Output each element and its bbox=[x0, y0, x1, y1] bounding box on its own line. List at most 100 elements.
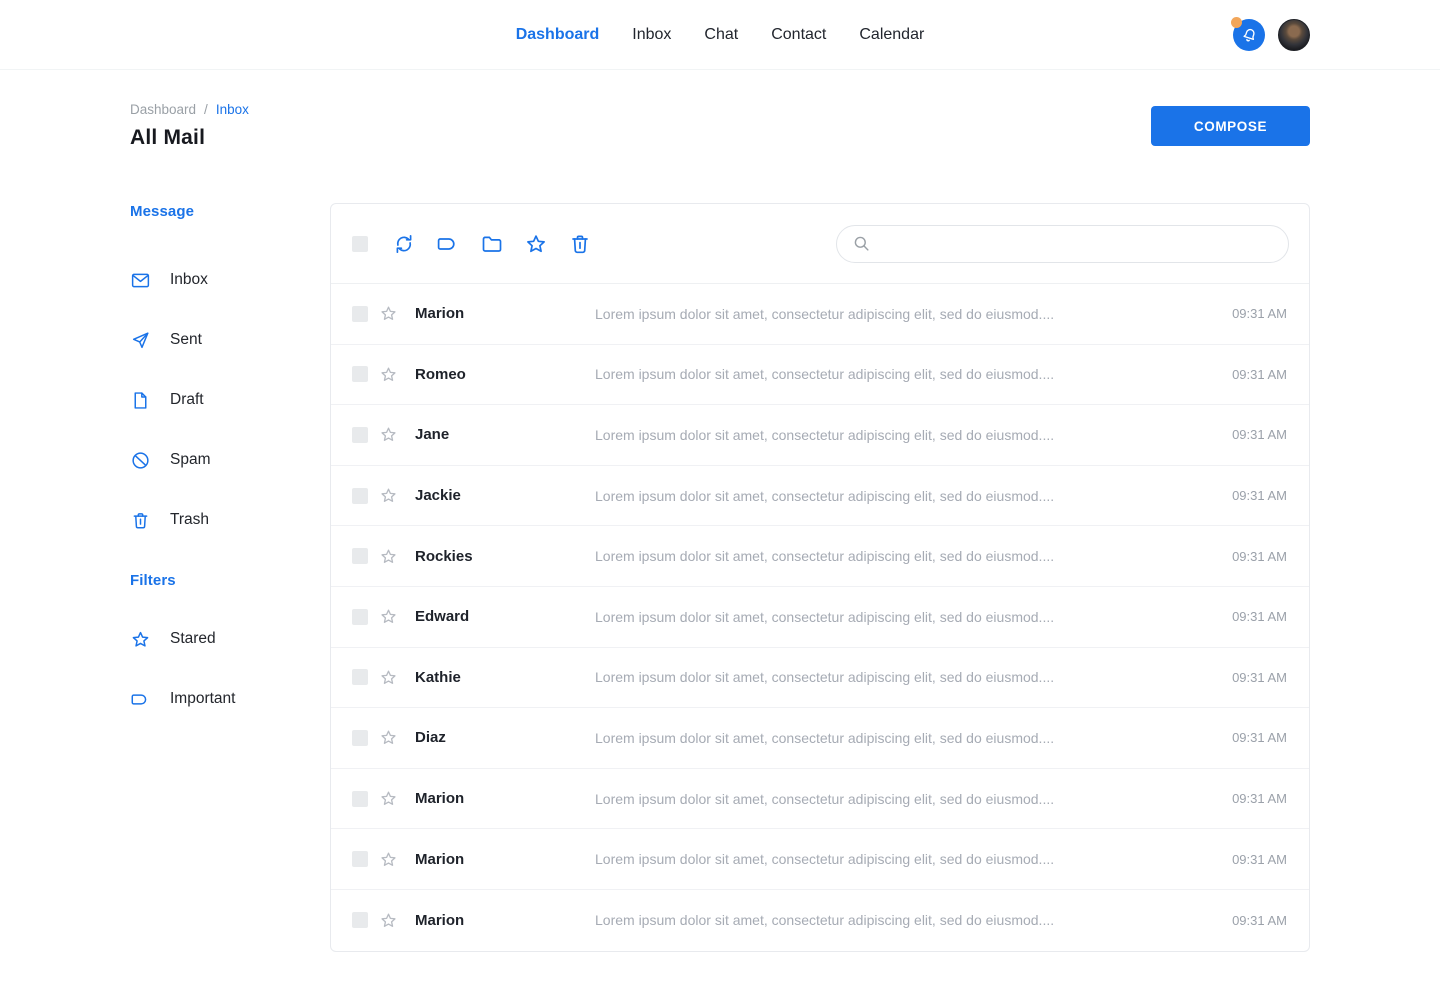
mail-time: 09:31 AM bbox=[1232, 730, 1287, 745]
mail-toolbar bbox=[331, 204, 1309, 284]
toolbar-folder-button[interactable] bbox=[480, 232, 504, 256]
label-icon bbox=[436, 232, 460, 256]
mail-time: 09:31 AM bbox=[1232, 306, 1287, 321]
row-checkbox[interactable] bbox=[352, 488, 368, 504]
sidebar-section-title-message: Message bbox=[130, 203, 330, 220]
mail-row[interactable]: Marion Lorem ipsum dolor sit amet, conse… bbox=[331, 284, 1309, 345]
block-icon bbox=[130, 450, 151, 471]
star-icon[interactable] bbox=[379, 425, 398, 444]
sidebar-item-draft[interactable]: Draft bbox=[130, 370, 330, 430]
sidebar-item-important[interactable]: Important bbox=[130, 669, 330, 729]
mail-row[interactable]: Marion Lorem ipsum dolor sit amet, conse… bbox=[331, 769, 1309, 830]
star-icon[interactable] bbox=[379, 365, 398, 384]
mail-row[interactable]: Jackie Lorem ipsum dolor sit amet, conse… bbox=[331, 466, 1309, 527]
mail-preview: Lorem ipsum dolor sit amet, consectetur … bbox=[595, 427, 1232, 443]
notifications-button[interactable] bbox=[1233, 19, 1265, 51]
row-checkbox[interactable] bbox=[352, 366, 368, 382]
search-box[interactable] bbox=[836, 225, 1289, 263]
mail-row[interactable]: Rockies Lorem ipsum dolor sit amet, cons… bbox=[331, 526, 1309, 587]
sidebar-item-trash[interactable]: Trash bbox=[130, 490, 330, 550]
main-content: Message Inbox Sent Draft Spam Trash Filters Sta… bbox=[130, 203, 1310, 952]
mail-row[interactable]: Romeo Lorem ipsum dolor sit amet, consec… bbox=[331, 345, 1309, 406]
mail-rows: Marion Lorem ipsum dolor sit amet, conse… bbox=[331, 284, 1309, 951]
user-avatar[interactable] bbox=[1278, 19, 1310, 51]
breadcrumb-inbox[interactable]: Inbox bbox=[216, 102, 249, 117]
row-checkbox[interactable] bbox=[352, 791, 368, 807]
sidebar-item-spam[interactable]: Spam bbox=[130, 430, 330, 490]
star-icon[interactable] bbox=[379, 911, 398, 930]
breadcrumb: Dashboard / Inbox bbox=[130, 102, 249, 117]
row-checkbox[interactable] bbox=[352, 427, 368, 443]
star-icon[interactable] bbox=[379, 728, 398, 747]
nav-item-calendar[interactable]: Calendar bbox=[859, 26, 924, 44]
star-icon bbox=[130, 629, 151, 650]
mail-icon bbox=[130, 270, 151, 291]
mail-row[interactable]: Marion Lorem ipsum dolor sit amet, conse… bbox=[331, 890, 1309, 951]
star-icon[interactable] bbox=[379, 789, 398, 808]
mail-time: 09:31 AM bbox=[1232, 488, 1287, 503]
mail-preview: Lorem ipsum dolor sit amet, consectetur … bbox=[595, 669, 1232, 685]
star-icon[interactable] bbox=[379, 607, 398, 626]
mail-row[interactable]: Edward Lorem ipsum dolor sit amet, conse… bbox=[331, 587, 1309, 648]
sidebar-item-label: Spam bbox=[170, 451, 211, 469]
mail-row[interactable]: Diaz Lorem ipsum dolor sit amet, consect… bbox=[331, 708, 1309, 769]
breadcrumb-dashboard[interactable]: Dashboard bbox=[130, 102, 196, 117]
nav-item-dashboard[interactable]: Dashboard bbox=[516, 26, 600, 44]
mail-sender: Kathie bbox=[415, 669, 595, 686]
star-icon[interactable] bbox=[379, 668, 398, 687]
top-nav: Dashboard Inbox Chat Contact Calendar bbox=[516, 26, 925, 44]
mail-row[interactable]: Jane Lorem ipsum dolor sit amet, consect… bbox=[331, 405, 1309, 466]
sidebar-section-title-filters: Filters bbox=[130, 572, 330, 589]
file-icon bbox=[130, 390, 151, 411]
mail-sender: Jackie bbox=[415, 487, 595, 504]
mail-row[interactable]: Marion Lorem ipsum dolor sit amet, conse… bbox=[331, 829, 1309, 890]
row-checkbox[interactable] bbox=[352, 851, 368, 867]
sidebar-item-label: Inbox bbox=[170, 271, 208, 289]
refresh-icon bbox=[392, 232, 416, 256]
header-actions bbox=[1233, 19, 1310, 51]
star-icon[interactable] bbox=[379, 850, 398, 869]
toolbar-star-button[interactable] bbox=[524, 232, 548, 256]
mail-time: 09:31 AM bbox=[1232, 609, 1287, 624]
nav-item-chat[interactable]: Chat bbox=[704, 26, 738, 44]
mail-preview: Lorem ipsum dolor sit amet, consectetur … bbox=[595, 609, 1232, 625]
breadcrumb-separator: / bbox=[204, 102, 208, 117]
star-icon[interactable] bbox=[379, 486, 398, 505]
mail-sender: Marion bbox=[415, 912, 595, 929]
row-checkbox[interactable] bbox=[352, 306, 368, 322]
star-icon[interactable] bbox=[379, 547, 398, 566]
nav-item-contact[interactable]: Contact bbox=[771, 26, 826, 44]
mail-sender: Edward bbox=[415, 608, 595, 625]
trash-icon bbox=[568, 232, 592, 256]
select-all-checkbox[interactable] bbox=[352, 236, 368, 252]
mail-preview: Lorem ipsum dolor sit amet, consectetur … bbox=[595, 548, 1232, 564]
nav-item-inbox[interactable]: Inbox bbox=[632, 26, 671, 44]
mail-preview: Lorem ipsum dolor sit amet, consectetur … bbox=[595, 912, 1232, 928]
row-checkbox[interactable] bbox=[352, 548, 368, 564]
toolbar-trash-button[interactable] bbox=[568, 232, 592, 256]
row-checkbox[interactable] bbox=[352, 669, 368, 685]
mail-preview: Lorem ipsum dolor sit amet, consectetur … bbox=[595, 366, 1232, 382]
mail-row[interactable]: Kathie Lorem ipsum dolor sit amet, conse… bbox=[331, 648, 1309, 709]
star-icon bbox=[524, 232, 548, 256]
sidebar-item-sent[interactable]: Sent bbox=[130, 310, 330, 370]
label-icon bbox=[130, 689, 151, 710]
mail-time: 09:31 AM bbox=[1232, 791, 1287, 806]
mail-time: 09:31 AM bbox=[1232, 670, 1287, 685]
mail-sender: Diaz bbox=[415, 729, 595, 746]
sidebar-item-stared[interactable]: Stared bbox=[130, 609, 330, 669]
row-checkbox[interactable] bbox=[352, 730, 368, 746]
send-icon bbox=[130, 330, 151, 351]
row-checkbox[interactable] bbox=[352, 912, 368, 928]
mail-list-card: Marion Lorem ipsum dolor sit amet, conse… bbox=[330, 203, 1310, 952]
star-icon[interactable] bbox=[379, 304, 398, 323]
row-checkbox[interactable] bbox=[352, 609, 368, 625]
compose-button[interactable]: COMPOSE bbox=[1151, 106, 1310, 146]
sidebar-item-label: Draft bbox=[170, 391, 204, 409]
sidebar-item-inbox[interactable]: Inbox bbox=[130, 250, 330, 310]
search-input[interactable] bbox=[881, 236, 1274, 252]
mail-time: 09:31 AM bbox=[1232, 549, 1287, 564]
mail-preview: Lorem ipsum dolor sit amet, consectetur … bbox=[595, 791, 1232, 807]
toolbar-refresh-button[interactable] bbox=[392, 232, 416, 256]
toolbar-label-button[interactable] bbox=[436, 232, 460, 256]
